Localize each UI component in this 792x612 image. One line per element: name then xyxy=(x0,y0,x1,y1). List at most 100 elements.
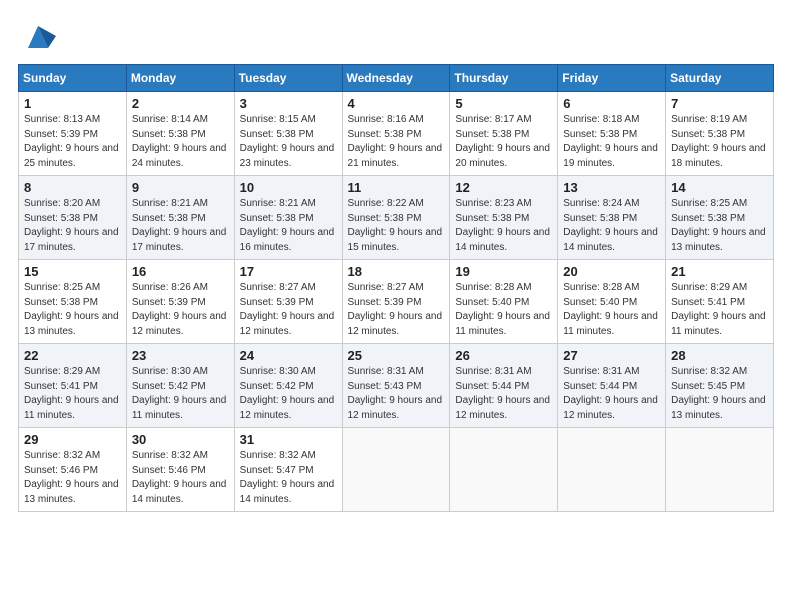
calendar-cell: 18 Sunrise: 8:27 AM Sunset: 5:39 PM Dayl… xyxy=(342,260,450,344)
day-number: 12 xyxy=(455,180,552,195)
day-detail: Sunrise: 8:29 AM Sunset: 5:41 PM Dayligh… xyxy=(24,365,121,423)
day-number: 3 xyxy=(240,96,337,111)
page: SundayMondayTuesdayWednesdayThursdayFrid… xyxy=(0,0,792,612)
calendar-cell: 23 Sunrise: 8:30 AM Sunset: 5:42 PM Dayl… xyxy=(126,344,234,428)
day-detail: Sunrise: 8:30 AM Sunset: 5:42 PM Dayligh… xyxy=(132,365,229,423)
calendar-cell: 22 Sunrise: 8:29 AM Sunset: 5:41 PM Dayl… xyxy=(19,344,127,428)
calendar-cell: 30 Sunrise: 8:32 AM Sunset: 5:46 PM Dayl… xyxy=(126,428,234,512)
calendar-cell: 16 Sunrise: 8:26 AM Sunset: 5:39 PM Dayl… xyxy=(126,260,234,344)
calendar-cell: 11 Sunrise: 8:22 AM Sunset: 5:38 PM Dayl… xyxy=(342,176,450,260)
calendar-cell xyxy=(450,428,558,512)
day-number: 22 xyxy=(24,348,121,363)
day-number: 15 xyxy=(24,264,121,279)
calendar-cell: 15 Sunrise: 8:25 AM Sunset: 5:38 PM Dayl… xyxy=(19,260,127,344)
day-detail: Sunrise: 8:25 AM Sunset: 5:38 PM Dayligh… xyxy=(671,197,768,255)
calendar-cell: 3 Sunrise: 8:15 AM Sunset: 5:38 PM Dayli… xyxy=(234,92,342,176)
day-number: 30 xyxy=(132,432,229,447)
day-detail: Sunrise: 8:31 AM Sunset: 5:44 PM Dayligh… xyxy=(563,365,660,423)
day-number: 11 xyxy=(348,180,445,195)
calendar-cell: 2 Sunrise: 8:14 AM Sunset: 5:38 PM Dayli… xyxy=(126,92,234,176)
header xyxy=(18,18,774,54)
day-detail: Sunrise: 8:31 AM Sunset: 5:44 PM Dayligh… xyxy=(455,365,552,423)
day-detail: Sunrise: 8:27 AM Sunset: 5:39 PM Dayligh… xyxy=(348,281,445,339)
calendar-cell: 6 Sunrise: 8:18 AM Sunset: 5:38 PM Dayli… xyxy=(558,92,666,176)
day-number: 18 xyxy=(348,264,445,279)
day-detail: Sunrise: 8:32 AM Sunset: 5:47 PM Dayligh… xyxy=(240,449,337,507)
calendar-cell: 14 Sunrise: 8:25 AM Sunset: 5:38 PM Dayl… xyxy=(666,176,774,260)
day-number: 28 xyxy=(671,348,768,363)
day-detail: Sunrise: 8:24 AM Sunset: 5:38 PM Dayligh… xyxy=(563,197,660,255)
day-detail: Sunrise: 8:22 AM Sunset: 5:38 PM Dayligh… xyxy=(348,197,445,255)
day-number: 6 xyxy=(563,96,660,111)
day-detail: Sunrise: 8:30 AM Sunset: 5:42 PM Dayligh… xyxy=(240,365,337,423)
day-detail: Sunrise: 8:19 AM Sunset: 5:38 PM Dayligh… xyxy=(671,113,768,171)
calendar-cell: 21 Sunrise: 8:29 AM Sunset: 5:41 PM Dayl… xyxy=(666,260,774,344)
calendar-cell xyxy=(558,428,666,512)
day-number: 24 xyxy=(240,348,337,363)
calendar-cell: 27 Sunrise: 8:31 AM Sunset: 5:44 PM Dayl… xyxy=(558,344,666,428)
day-of-week-thursday: Thursday xyxy=(450,65,558,92)
day-number: 7 xyxy=(671,96,768,111)
day-of-week-tuesday: Tuesday xyxy=(234,65,342,92)
calendar-cell xyxy=(342,428,450,512)
day-number: 1 xyxy=(24,96,121,111)
day-detail: Sunrise: 8:28 AM Sunset: 5:40 PM Dayligh… xyxy=(455,281,552,339)
day-detail: Sunrise: 8:23 AM Sunset: 5:38 PM Dayligh… xyxy=(455,197,552,255)
week-row-1: 1 Sunrise: 8:13 AM Sunset: 5:39 PM Dayli… xyxy=(19,92,774,176)
day-number: 5 xyxy=(455,96,552,111)
day-number: 26 xyxy=(455,348,552,363)
day-number: 31 xyxy=(240,432,337,447)
day-detail: Sunrise: 8:21 AM Sunset: 5:38 PM Dayligh… xyxy=(240,197,337,255)
calendar-cell: 9 Sunrise: 8:21 AM Sunset: 5:38 PM Dayli… xyxy=(126,176,234,260)
day-number: 4 xyxy=(348,96,445,111)
calendar-cell: 13 Sunrise: 8:24 AM Sunset: 5:38 PM Dayl… xyxy=(558,176,666,260)
day-of-week-monday: Monday xyxy=(126,65,234,92)
day-number: 16 xyxy=(132,264,229,279)
calendar-cell: 7 Sunrise: 8:19 AM Sunset: 5:38 PM Dayli… xyxy=(666,92,774,176)
day-of-week-friday: Friday xyxy=(558,65,666,92)
day-detail: Sunrise: 8:32 AM Sunset: 5:46 PM Dayligh… xyxy=(24,449,121,507)
day-of-week-sunday: Sunday xyxy=(19,65,127,92)
calendar-cell xyxy=(666,428,774,512)
day-detail: Sunrise: 8:17 AM Sunset: 5:38 PM Dayligh… xyxy=(455,113,552,171)
calendar-cell: 19 Sunrise: 8:28 AM Sunset: 5:40 PM Dayl… xyxy=(450,260,558,344)
day-number: 25 xyxy=(348,348,445,363)
calendar-cell: 29 Sunrise: 8:32 AM Sunset: 5:46 PM Dayl… xyxy=(19,428,127,512)
day-number: 20 xyxy=(563,264,660,279)
day-detail: Sunrise: 8:27 AM Sunset: 5:39 PM Dayligh… xyxy=(240,281,337,339)
day-number: 19 xyxy=(455,264,552,279)
header-row: SundayMondayTuesdayWednesdayThursdayFrid… xyxy=(19,65,774,92)
day-detail: Sunrise: 8:32 AM Sunset: 5:45 PM Dayligh… xyxy=(671,365,768,423)
day-number: 10 xyxy=(240,180,337,195)
day-of-week-wednesday: Wednesday xyxy=(342,65,450,92)
day-number: 27 xyxy=(563,348,660,363)
day-number: 14 xyxy=(671,180,768,195)
week-row-4: 22 Sunrise: 8:29 AM Sunset: 5:41 PM Dayl… xyxy=(19,344,774,428)
week-row-2: 8 Sunrise: 8:20 AM Sunset: 5:38 PM Dayli… xyxy=(19,176,774,260)
day-detail: Sunrise: 8:31 AM Sunset: 5:43 PM Dayligh… xyxy=(348,365,445,423)
calendar-cell: 26 Sunrise: 8:31 AM Sunset: 5:44 PM Dayl… xyxy=(450,344,558,428)
day-number: 9 xyxy=(132,180,229,195)
day-detail: Sunrise: 8:13 AM Sunset: 5:39 PM Dayligh… xyxy=(24,113,121,171)
day-of-week-saturday: Saturday xyxy=(666,65,774,92)
day-number: 13 xyxy=(563,180,660,195)
day-detail: Sunrise: 8:32 AM Sunset: 5:46 PM Dayligh… xyxy=(132,449,229,507)
calendar-cell: 17 Sunrise: 8:27 AM Sunset: 5:39 PM Dayl… xyxy=(234,260,342,344)
calendar-header: SundayMondayTuesdayWednesdayThursdayFrid… xyxy=(19,65,774,92)
day-number: 23 xyxy=(132,348,229,363)
day-number: 21 xyxy=(671,264,768,279)
day-number: 8 xyxy=(24,180,121,195)
calendar-cell: 20 Sunrise: 8:28 AM Sunset: 5:40 PM Dayl… xyxy=(558,260,666,344)
week-row-5: 29 Sunrise: 8:32 AM Sunset: 5:46 PM Dayl… xyxy=(19,428,774,512)
day-detail: Sunrise: 8:29 AM Sunset: 5:41 PM Dayligh… xyxy=(671,281,768,339)
calendar-body: 1 Sunrise: 8:13 AM Sunset: 5:39 PM Dayli… xyxy=(19,92,774,512)
day-detail: Sunrise: 8:25 AM Sunset: 5:38 PM Dayligh… xyxy=(24,281,121,339)
day-number: 29 xyxy=(24,432,121,447)
calendar-cell: 1 Sunrise: 8:13 AM Sunset: 5:39 PM Dayli… xyxy=(19,92,127,176)
day-detail: Sunrise: 8:15 AM Sunset: 5:38 PM Dayligh… xyxy=(240,113,337,171)
day-detail: Sunrise: 8:14 AM Sunset: 5:38 PM Dayligh… xyxy=(132,113,229,171)
day-detail: Sunrise: 8:18 AM Sunset: 5:38 PM Dayligh… xyxy=(563,113,660,171)
day-detail: Sunrise: 8:26 AM Sunset: 5:39 PM Dayligh… xyxy=(132,281,229,339)
week-row-3: 15 Sunrise: 8:25 AM Sunset: 5:38 PM Dayl… xyxy=(19,260,774,344)
calendar-cell: 8 Sunrise: 8:20 AM Sunset: 5:38 PM Dayli… xyxy=(19,176,127,260)
